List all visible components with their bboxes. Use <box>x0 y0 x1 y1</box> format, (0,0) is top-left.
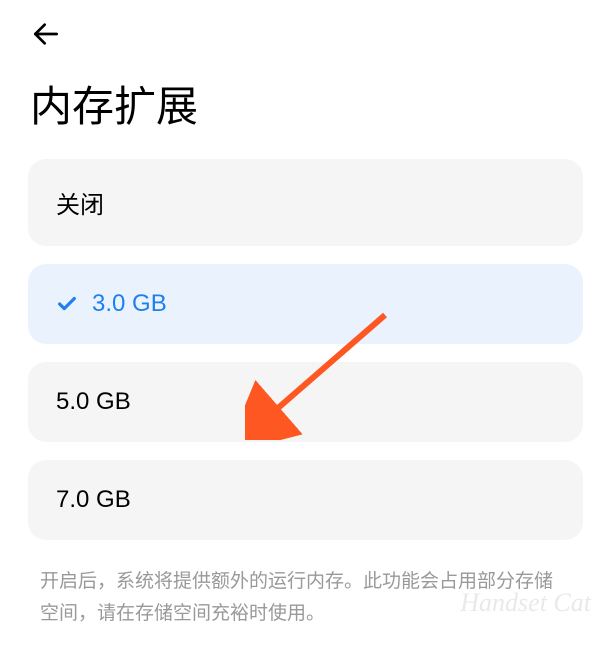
page-title: 内存扩展 <box>0 55 611 159</box>
check-icon <box>56 293 78 315</box>
footer-note: 开启后，系统将提供额外的运行内存。此功能会占用部分存储空间，请在存储空间充裕时使… <box>0 558 611 639</box>
option-7gb[interactable]: 7.0 GB <box>28 460 583 540</box>
option-label: 5.0 GB <box>56 388 131 416</box>
option-5gb[interactable]: 5.0 GB <box>28 362 583 442</box>
option-off[interactable]: 关闭 <box>28 159 583 246</box>
option-label: 关闭 <box>56 185 104 220</box>
options-list: 关闭 3.0 GB 5.0 GB 7.0 GB <box>0 159 611 540</box>
option-label: 3.0 GB <box>92 290 167 318</box>
back-icon[interactable] <box>30 18 62 55</box>
option-label: 7.0 GB <box>56 486 131 514</box>
option-3gb[interactable]: 3.0 GB <box>28 264 583 344</box>
